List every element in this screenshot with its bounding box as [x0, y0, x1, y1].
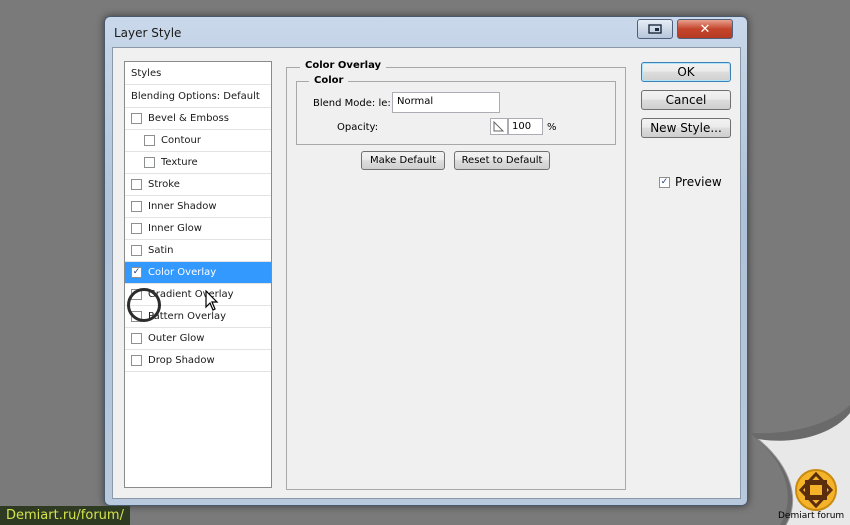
close-button[interactable]: ✕ — [677, 19, 733, 39]
checkbox[interactable]: ✓ — [131, 267, 142, 278]
ok-button[interactable]: OK — [641, 62, 731, 82]
slider-triangle-icon — [493, 120, 505, 132]
make-default-button[interactable]: Make Default — [361, 151, 445, 170]
layer-style-dialog: Layer Style ✕ Styles Blending Options: D… — [104, 16, 748, 506]
restore-icon — [648, 24, 662, 34]
style-item-label: Pattern Overlay — [148, 311, 227, 322]
style-item-drop-shadow[interactable]: Drop Shadow — [125, 350, 271, 372]
demiart-logo-icon — [795, 469, 837, 511]
dialog-body: Styles Blending Options: Default Bevel &… — [112, 47, 741, 499]
style-item-label: Stroke — [148, 179, 180, 190]
blending-options[interactable]: Blending Options: Default — [125, 85, 271, 108]
style-item-label: Outer Glow — [148, 333, 205, 344]
style-item-contour[interactable]: Contour — [125, 130, 271, 152]
style-item-label: Gradient Overlay — [148, 289, 234, 300]
style-item-inner-glow[interactable]: Inner Glow — [125, 218, 271, 240]
checkbox[interactable] — [131, 355, 142, 366]
title-bar[interactable]: Layer Style ✕ — [105, 17, 747, 47]
style-item-label: Drop Shadow — [148, 355, 215, 366]
close-icon: ✕ — [699, 21, 711, 37]
checkbox[interactable] — [131, 179, 142, 190]
checkbox[interactable] — [131, 223, 142, 234]
style-item-label: Bevel & Emboss — [148, 113, 229, 124]
checkbox[interactable] — [144, 135, 155, 146]
cancel-button[interactable]: Cancel — [641, 90, 731, 110]
style-item-label: Color Overlay — [148, 267, 217, 278]
style-item-outer-glow[interactable]: Outer Glow — [125, 328, 271, 350]
checkbox[interactable] — [131, 245, 142, 256]
opacity-label: Opacity: — [337, 122, 379, 133]
style-item-stroke[interactable]: Stroke — [125, 174, 271, 196]
style-item-label: Contour — [161, 135, 201, 146]
checkbox[interactable] — [131, 113, 142, 124]
subsection-title: Color — [309, 75, 349, 86]
opacity-slider-button[interactable] — [490, 118, 508, 135]
preview-checkbox[interactable]: ✓ Preview — [659, 175, 722, 189]
style-item-satin[interactable]: Satin — [125, 240, 271, 262]
style-item-inner-shadow[interactable]: Inner Shadow — [125, 196, 271, 218]
forum-caption: Demiart forum — [778, 511, 845, 521]
style-item-color-overlay[interactable]: ✓ Color Overlay — [125, 262, 271, 284]
style-item-bevel-emboss[interactable]: Bevel & Emboss — [125, 108, 271, 130]
window-title: Layer Style — [114, 26, 182, 40]
preview-label: Preview — [675, 175, 722, 189]
style-item-texture[interactable]: Texture — [125, 152, 271, 174]
styles-header[interactable]: Styles — [125, 62, 271, 85]
style-item-label: Satin — [148, 245, 174, 256]
blend-mode-label: Blend Mode: le: — [313, 98, 391, 109]
section-title: Color Overlay — [300, 60, 387, 71]
styles-list: Styles Blending Options: Default Bevel &… — [124, 61, 272, 488]
style-item-label: Texture — [161, 157, 198, 168]
checkbox[interactable] — [131, 333, 142, 344]
checkbox[interactable] — [144, 157, 155, 168]
preview-check-icon: ✓ — [659, 176, 670, 188]
forum-url-watermark: Demiart.ru/forum/ — [0, 506, 130, 525]
blend-mode-select[interactable]: Normal — [392, 92, 500, 113]
highlight-circle — [127, 288, 161, 322]
mouse-cursor-icon — [205, 290, 219, 311]
color-subgroup — [296, 81, 616, 145]
restore-button[interactable] — [637, 19, 673, 39]
reset-to-default-button[interactable]: Reset to Default — [454, 151, 550, 170]
new-style-button[interactable]: New Style... — [641, 118, 731, 138]
opacity-unit: % — [547, 122, 557, 133]
checkbox[interactable] — [131, 201, 142, 212]
opacity-input[interactable]: 100 — [508, 118, 543, 135]
style-item-label: Inner Shadow — [148, 201, 217, 212]
style-item-label: Inner Glow — [148, 223, 202, 234]
